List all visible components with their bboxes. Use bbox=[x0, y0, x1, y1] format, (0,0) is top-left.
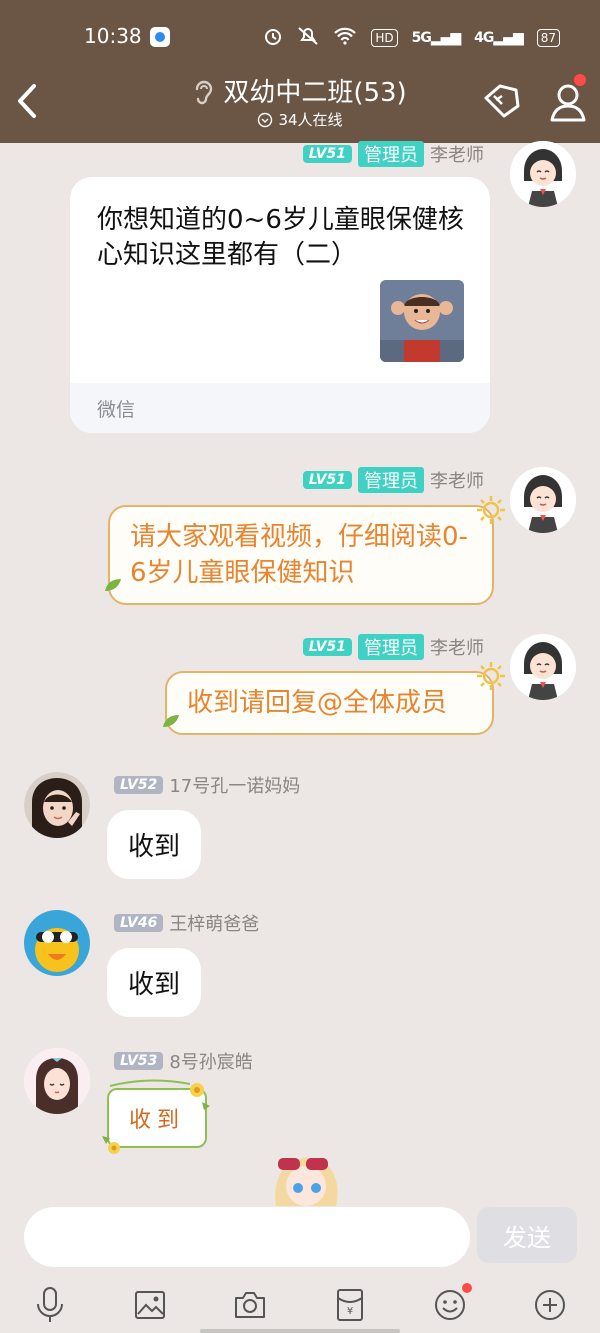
link-card[interactable]: 你想知道的0~6岁儿童眼保健核心知识这里都有（二） 微信 bbox=[70, 177, 490, 433]
flower-decoration-icon bbox=[102, 1079, 210, 1154]
level-badge: LV52 bbox=[114, 776, 164, 794]
message-meta: LV46 王梓萌爸爸 bbox=[114, 910, 259, 936]
voice-button[interactable] bbox=[30, 1285, 70, 1325]
level-badge: LV51 bbox=[302, 145, 352, 163]
cartoon-girl-avatar-icon bbox=[510, 634, 576, 700]
cartoon-girl-avatar-icon bbox=[510, 467, 576, 533]
avatar[interactable] bbox=[510, 467, 576, 533]
card-thumbnail bbox=[380, 280, 464, 362]
microphone-icon bbox=[37, 1287, 63, 1322]
avatar[interactable] bbox=[24, 1048, 90, 1114]
red-packet-button[interactable]: ¥ bbox=[330, 1285, 370, 1325]
level-badge: LV51 bbox=[302, 638, 352, 656]
sender-name: 17号孔一诺妈妈 bbox=[169, 776, 301, 797]
signal-4g-label: 4G bbox=[474, 30, 494, 46]
avatar[interactable] bbox=[510, 634, 576, 700]
smiley-icon bbox=[435, 1290, 465, 1320]
signal-5g-label: 5G bbox=[411, 30, 432, 46]
ear-icon bbox=[196, 80, 213, 104]
sender-name: 李老师 bbox=[430, 471, 484, 492]
message-text: 收到 bbox=[128, 832, 181, 862]
message-bubble[interactable]: 收到请回复@全体成员 bbox=[165, 671, 494, 735]
message-input[interactable] bbox=[24, 1207, 470, 1267]
admin-badge: 管理员 bbox=[358, 141, 424, 167]
camera-button[interactable] bbox=[230, 1285, 270, 1325]
notification-dot bbox=[574, 74, 586, 86]
top-bar: 10:38 HD 5G▂▄▆ 4G▂▄▆ 87 双幼中二班(53) 34人在线 bbox=[0, 0, 600, 143]
plus-circle-icon bbox=[535, 1290, 565, 1320]
status-icons: HD 5G▂▄▆ 4G▂▄▆ 87 bbox=[263, 26, 560, 50]
emoji-button[interactable] bbox=[430, 1283, 472, 1325]
status-bar: 10:38 HD 5G▂▄▆ 4G▂▄▆ 87 bbox=[0, 0, 600, 76]
home-indicator bbox=[200, 1329, 400, 1333]
sender-name: 8号孙宸皓 bbox=[169, 1052, 253, 1073]
avatar[interactable] bbox=[24, 772, 90, 838]
avatar[interactable] bbox=[24, 910, 90, 976]
level-badge: LV53 bbox=[114, 1052, 164, 1070]
image-icon bbox=[135, 1291, 165, 1319]
send-button[interactable]: 发送 bbox=[477, 1207, 577, 1263]
message-meta: LV53 8号孙宸皓 bbox=[114, 1048, 253, 1074]
avatar[interactable] bbox=[510, 141, 576, 207]
tag-icon bbox=[484, 84, 520, 118]
admin-badge: 管理员 bbox=[358, 467, 424, 493]
alarm-icon bbox=[263, 26, 283, 50]
message-meta: LV52 17号孔一诺妈妈 bbox=[114, 772, 300, 798]
toolbar: ¥ bbox=[0, 1277, 600, 1333]
wifi-icon bbox=[333, 27, 357, 49]
group-members-button[interactable] bbox=[546, 74, 594, 128]
leaf-decoration-icon bbox=[163, 715, 179, 727]
sun-decoration-icon bbox=[477, 496, 505, 524]
battery-icon: 87 bbox=[536, 29, 560, 47]
app-notification-icon bbox=[150, 27, 170, 47]
mute-icon bbox=[297, 26, 319, 50]
child-photo-image bbox=[380, 280, 464, 362]
leaf-decoration-icon bbox=[105, 579, 121, 591]
message-bubble[interactable]: 收到 bbox=[107, 948, 202, 1017]
card-source: 微信 bbox=[70, 383, 490, 433]
message-text: 收到请回复@全体成员 bbox=[187, 688, 448, 718]
image-button[interactable] bbox=[130, 1285, 170, 1325]
status-time: 10:38 bbox=[84, 24, 142, 48]
message-bubble[interactable]: 请大家观看视频，仔细阅读0-6岁儿童眼保健知识 bbox=[108, 505, 494, 605]
message-meta: LV51 管理员 李老师 bbox=[302, 467, 484, 493]
sender-name: 李老师 bbox=[430, 638, 484, 659]
svg-text:¥: ¥ bbox=[347, 1306, 353, 1317]
level-badge: LV46 bbox=[114, 914, 164, 932]
camera-icon bbox=[235, 1292, 265, 1318]
chat-title: 双幼中二班(53) bbox=[223, 78, 407, 108]
message-text: 收到 bbox=[128, 970, 181, 1000]
person-icon bbox=[550, 84, 586, 122]
chevron-down-icon bbox=[258, 112, 273, 127]
group-tag-button[interactable] bbox=[480, 78, 524, 126]
red-packet-icon: ¥ bbox=[337, 1289, 363, 1321]
level-badge: LV51 bbox=[302, 471, 352, 489]
message-meta: LV51 管理员 李老师 bbox=[302, 634, 484, 660]
battery-level: 87 bbox=[540, 31, 556, 45]
signal-4g-icon: 4G▂▄▆ bbox=[474, 30, 524, 46]
message-bubble[interactable]: 收到 bbox=[107, 810, 202, 879]
online-count: 34人在线 bbox=[278, 111, 343, 129]
admin-badge: 管理员 bbox=[358, 634, 424, 660]
notification-dot bbox=[462, 1283, 472, 1293]
message-text: 请大家观看视频，仔细阅读0-6岁儿童眼保健知识 bbox=[130, 522, 468, 588]
cartoon-girl-avatar-icon bbox=[24, 1048, 90, 1114]
sun-decoration-icon bbox=[477, 662, 505, 690]
message-meta: LV51 管理员 李老师 bbox=[302, 141, 484, 167]
yellow-bird-avatar-icon bbox=[24, 910, 90, 976]
signal-5g-icon: 5G▂▄▆ bbox=[411, 30, 462, 46]
more-button[interactable] bbox=[530, 1285, 570, 1325]
sender-name: 李老师 bbox=[430, 145, 484, 166]
composer: 发送 bbox=[0, 1197, 600, 1277]
cartoon-girl-avatar-icon bbox=[510, 141, 576, 207]
sender-name: 王梓萌爸爸 bbox=[169, 914, 260, 935]
woman-photo-avatar-icon bbox=[24, 772, 90, 838]
card-title: 你想知道的0~6岁儿童眼保健核心知识这里都有（二） bbox=[97, 205, 464, 270]
hd-icon: HD bbox=[371, 29, 398, 47]
